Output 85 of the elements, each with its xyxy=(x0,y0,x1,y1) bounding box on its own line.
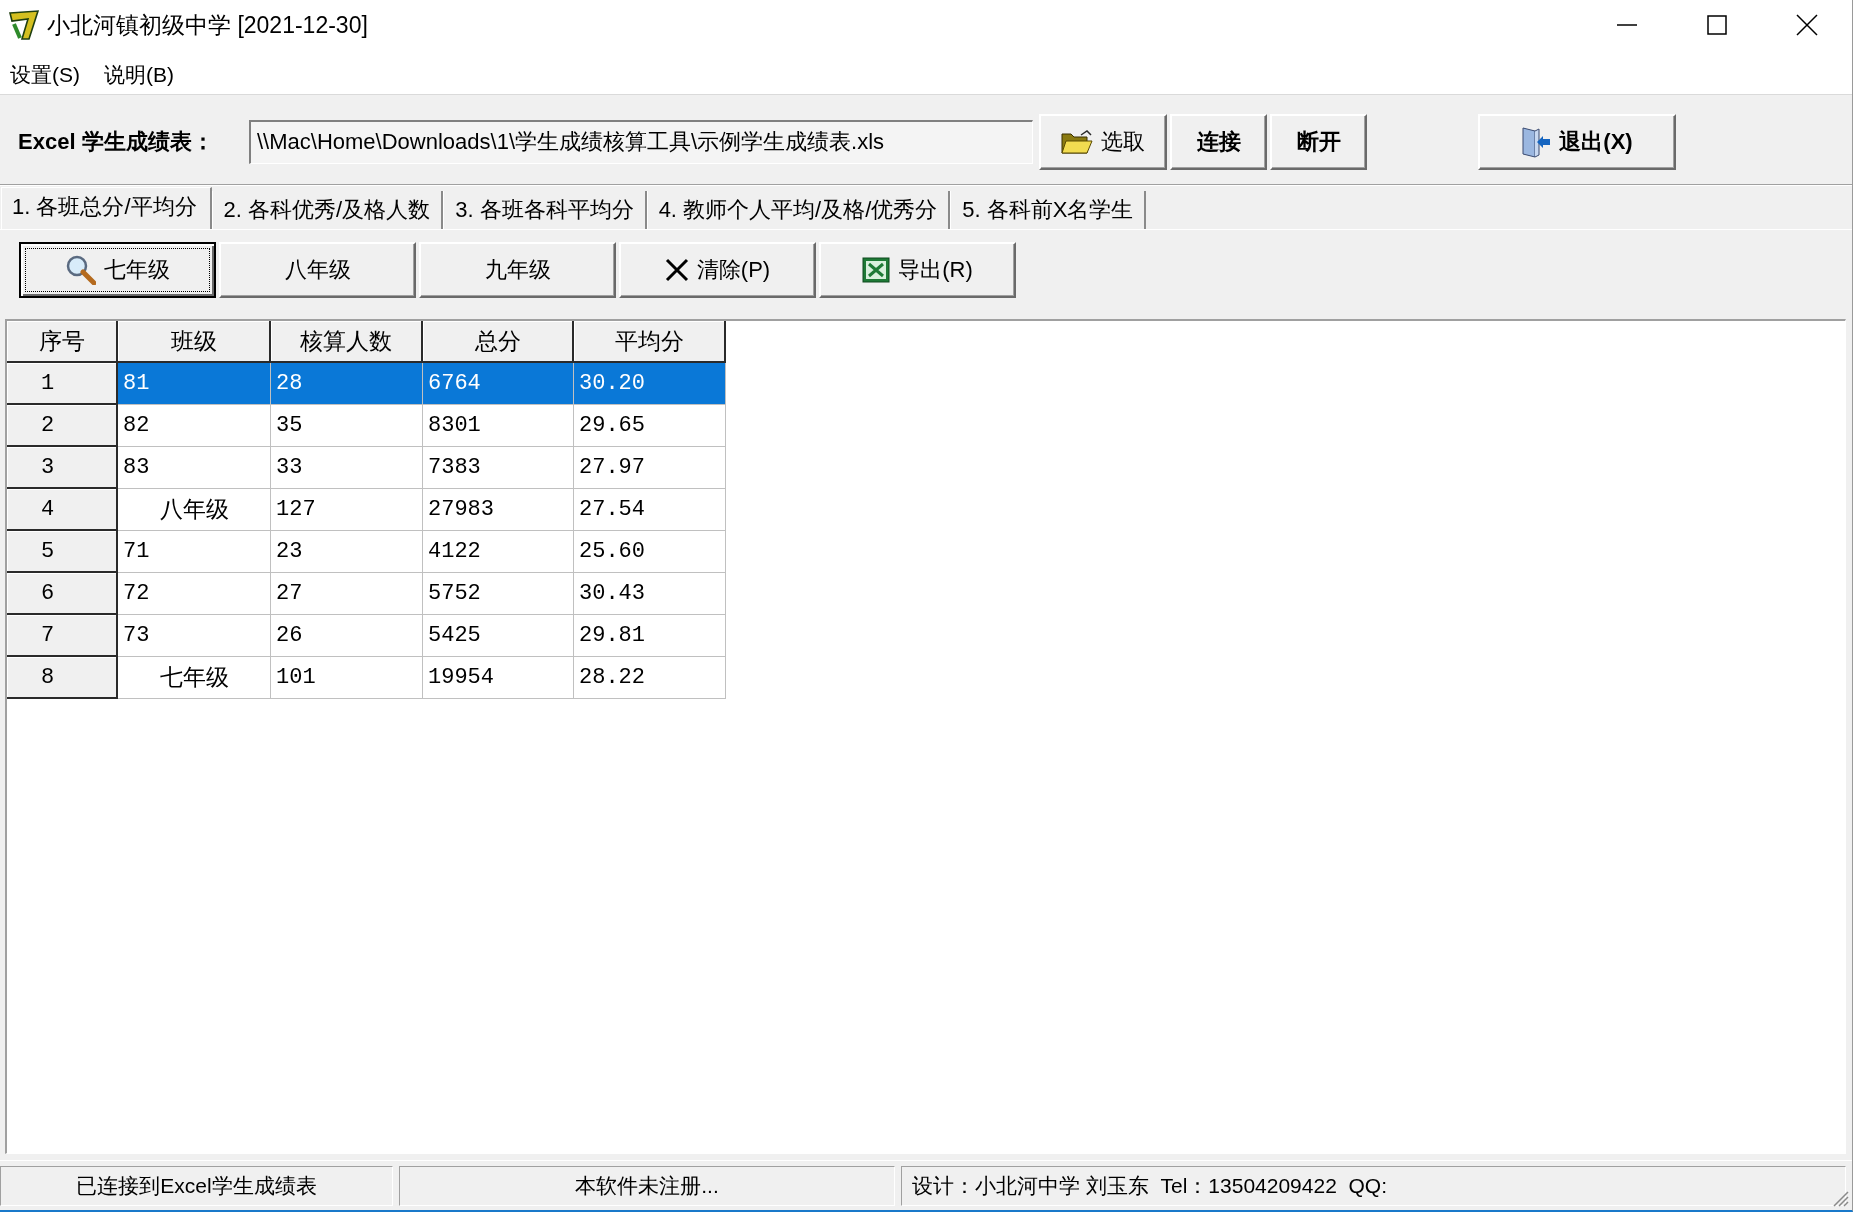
cross-icon xyxy=(664,258,689,282)
table-cell: 27983 xyxy=(423,489,574,531)
tab[interactable]: 5. 各科前X名学生 xyxy=(950,191,1147,229)
search-icon xyxy=(65,255,96,285)
table-cell: 5425 xyxy=(423,615,574,657)
maximize-icon xyxy=(1707,15,1727,35)
table-cell: 127 xyxy=(271,489,423,531)
table-cell: 82 xyxy=(118,405,271,447)
table-row[interactable]: 3 83 33 7383 27.97 xyxy=(7,447,726,489)
table-cell: 27 xyxy=(271,573,423,615)
table-cell: 83 xyxy=(118,447,271,489)
table-row[interactable]: 1 81 28 6764 30.20 xyxy=(7,363,726,405)
table-cell: 4122 xyxy=(423,531,574,573)
tab[interactable]: 1. 各班总分/平均分 xyxy=(1,187,212,229)
table-row[interactable]: 7 73 26 5425 29.81 xyxy=(7,615,726,657)
table-cell: 30.20 xyxy=(574,363,726,405)
table-cell: 27.54 xyxy=(574,489,726,531)
table-header-cell: 平均分 xyxy=(574,321,726,363)
table-cell: 35 xyxy=(271,405,423,447)
minimize-icon xyxy=(1617,24,1637,26)
table-header-cell: 总分 xyxy=(423,321,574,363)
table-cell: 33 xyxy=(271,447,423,489)
table-header-cell: 班级 xyxy=(118,321,271,363)
table-row[interactable]: 6 72 27 5752 30.43 xyxy=(7,573,726,615)
table-cell: 28.22 xyxy=(574,657,726,699)
row-number-cell: 4 xyxy=(7,489,118,531)
file-label: Excel 学生成绩表： xyxy=(18,127,215,156)
close-icon xyxy=(1796,14,1818,36)
grade-button[interactable]: 九年级 xyxy=(419,242,616,298)
table-cell: 101 xyxy=(271,657,423,699)
table-cell: 19954 xyxy=(423,657,574,699)
tab[interactable]: 4. 教师个人平均/及格/优秀分 xyxy=(646,191,951,229)
menu-item[interactable]: 设置(S) xyxy=(2,57,88,93)
grade-button[interactable]: 七年级 xyxy=(19,242,216,298)
row-number-cell: 2 xyxy=(7,405,118,447)
spreadsheet-icon xyxy=(862,257,891,283)
open-file-button[interactable]: 选取 xyxy=(1039,113,1167,170)
door-arrow-icon xyxy=(1521,125,1552,158)
table-cell: 七年级 xyxy=(118,657,271,699)
table-cell: 71 xyxy=(118,531,271,573)
table-row[interactable]: 2 82 35 8301 29.65 xyxy=(7,405,726,447)
table-cell: 27.97 xyxy=(574,447,726,489)
table-row[interactable]: 5 71 23 4122 25.60 xyxy=(7,531,726,573)
table-cell: 25.60 xyxy=(574,531,726,573)
window-title: 小北河镇初级中学 [2021-12-30] xyxy=(47,10,368,40)
table-cell: 29.65 xyxy=(574,405,726,447)
table-cell: 29.81 xyxy=(574,615,726,657)
size-grip-icon xyxy=(1833,1191,1849,1207)
table-cell: 八年级 xyxy=(118,489,271,531)
row-number-cell: 6 xyxy=(7,573,118,615)
table-cell: 28 xyxy=(271,363,423,405)
row-number-cell: 5 xyxy=(7,531,118,573)
table-cell: 7383 xyxy=(423,447,574,489)
table-cell: 81 xyxy=(118,363,271,405)
row-number-cell: 3 xyxy=(7,447,118,489)
table-cell: 23 xyxy=(271,531,423,573)
table-header-cell: 序号 xyxy=(7,321,118,363)
folder-icon xyxy=(1061,129,1093,154)
exit-button[interactable]: 退出(X) xyxy=(1478,113,1676,170)
table-row[interactable]: 8 七年级 101 19954 28.22 xyxy=(7,657,726,699)
row-number-cell: 7 xyxy=(7,615,118,657)
table-cell: 8301 xyxy=(423,405,574,447)
menu-item[interactable]: 说明(B) xyxy=(96,57,182,93)
table-cell: 6764 xyxy=(423,363,574,405)
table-cell: 72 xyxy=(118,573,271,615)
toolbar-button[interactable]: 断开 xyxy=(1270,113,1367,170)
table-cell: 5752 xyxy=(423,573,574,615)
table-row[interactable]: 4 八年级 127 27983 27.54 xyxy=(7,489,726,531)
row-number-cell: 1 xyxy=(7,363,118,405)
table-header-cell: 核算人数 xyxy=(271,321,423,363)
toolbar-button[interactable]: 连接 xyxy=(1170,113,1267,170)
status-bar-panel: 已连接到Excel学生成绩表 xyxy=(0,1166,393,1206)
status-bar-panel: 本软件未注册... xyxy=(399,1166,895,1206)
table-cell: 26 xyxy=(271,615,423,657)
status-bar-panel: 设计：小北河中学 刘玉东 Tel：13504209422 QQ: xyxy=(901,1166,1846,1206)
grade-button[interactable]: 八年级 xyxy=(219,242,416,298)
path-field[interactable]: \\Mac\Home\Downloads\1\学生成绩核算工具\示例学生成绩表.xls xyxy=(249,119,1033,164)
tab[interactable]: 3. 各班各科平均分 xyxy=(443,191,647,229)
clear-button[interactable]: 清除(P) xyxy=(619,242,816,298)
table-cell: 30.43 xyxy=(574,573,726,615)
app-icon xyxy=(9,10,39,40)
tab[interactable]: 2. 各科优秀/及格人数 xyxy=(211,191,444,229)
table-cell: 73 xyxy=(118,615,271,657)
row-number-cell: 8 xyxy=(7,657,118,699)
export-button[interactable]: 导出(R) xyxy=(819,242,1016,298)
